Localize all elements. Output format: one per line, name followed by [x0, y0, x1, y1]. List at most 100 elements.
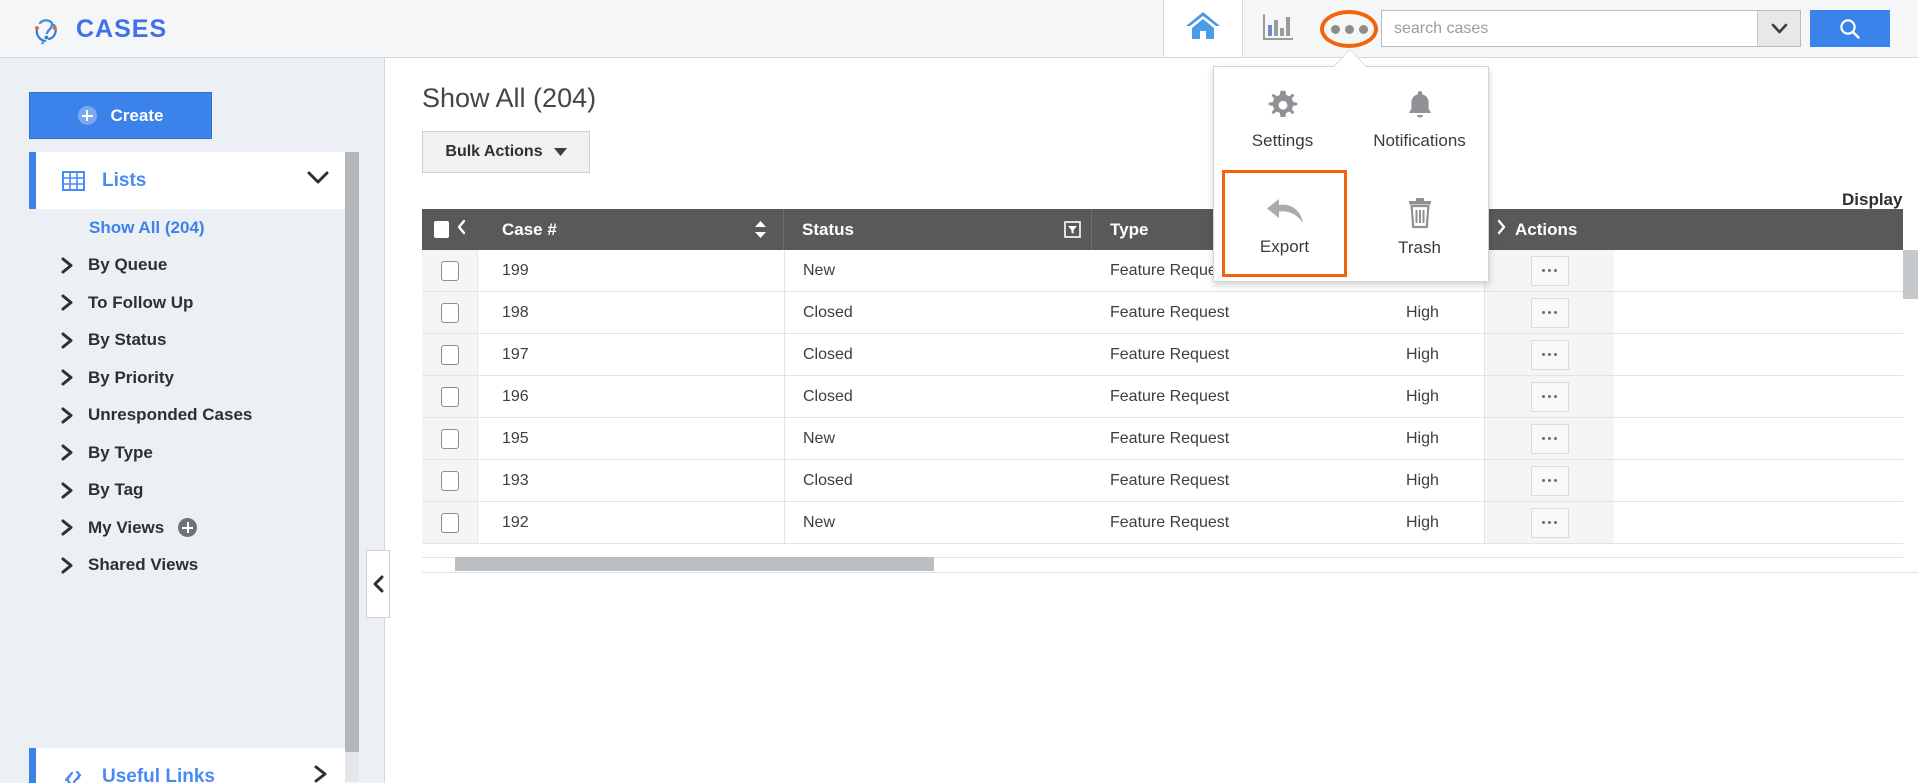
menu-item-trash[interactable]: Trash — [1351, 168, 1488, 281]
create-button-label: Create — [110, 105, 164, 125]
add-view-icon[interactable] — [178, 518, 198, 538]
cell-case[interactable]: 198 — [478, 292, 784, 333]
cell-case[interactable]: 199 — [478, 250, 784, 291]
menu-item-notifications[interactable]: Notifications — [1351, 67, 1488, 168]
search-scope-dropdown[interactable] — [1757, 11, 1800, 46]
sidebar-section-lists[interactable]: Lists — [29, 152, 345, 209]
table-row[interactable]: 196 Closed Feature Request High — [422, 376, 1903, 418]
cell-status: Closed — [784, 376, 1092, 417]
sidebar-item-to-follow-up[interactable]: To Follow Up — [29, 284, 345, 322]
menu-item-settings-label: Settings — [1251, 130, 1314, 150]
table-row[interactable]: 198 Closed Feature Request High — [422, 292, 1903, 334]
filter-icon[interactable] — [1064, 221, 1081, 238]
cell-priority: High — [1406, 387, 1439, 405]
export-arrow-icon — [1265, 191, 1305, 229]
kebab-icon[interactable] — [1530, 297, 1569, 328]
table-vscrollbar-thumb[interactable] — [1903, 250, 1918, 299]
more-dots-icon — [1320, 10, 1378, 48]
sidebar-item-by-status[interactable]: By Status — [29, 322, 345, 360]
cell-case[interactable]: 195 — [478, 418, 784, 459]
gear-icon — [1266, 85, 1300, 123]
expand-columns-icon[interactable] — [1496, 219, 1507, 240]
row-select-cell[interactable] — [422, 418, 478, 459]
table-row[interactable]: 193 Closed Feature Request High — [422, 460, 1903, 502]
sidebar-item-by-priority[interactable]: By Priority — [29, 359, 345, 397]
table-header-actions-label: Actions — [1515, 219, 1578, 239]
cell-actions[interactable] — [1484, 250, 1614, 291]
row-checkbox[interactable] — [440, 428, 459, 449]
row-select-cell[interactable] — [422, 502, 478, 543]
row-checkbox[interactable] — [440, 302, 459, 323]
cases-table: Case # Status Type Actions 199 New Featu… — [422, 209, 1903, 557]
row-checkbox[interactable] — [440, 260, 459, 281]
menu-item-export[interactable]: Export — [1222, 170, 1347, 277]
cell-type: Feature Request — [1110, 513, 1230, 531]
sidebar-item-show-all[interactable]: Show All (204) — [29, 209, 345, 247]
cell-case[interactable]: 193 — [478, 460, 784, 501]
sidebar-item-unresponded-cases[interactable]: Unresponded Cases — [29, 397, 345, 435]
kebab-icon[interactable] — [1530, 339, 1569, 370]
sidebar-scrollbar-thumb[interactable] — [345, 152, 359, 752]
row-select-cell[interactable] — [422, 292, 478, 333]
sidebar-item-by-queue[interactable]: By Queue — [29, 247, 345, 285]
collapse-columns-icon[interactable] — [456, 219, 467, 240]
kebab-icon[interactable] — [1530, 381, 1569, 412]
sidebar-item-by-type[interactable]: By Type — [29, 434, 345, 472]
kebab-icon[interactable] — [1530, 255, 1569, 286]
sidebar-section-useful-links[interactable]: Useful Links — [29, 748, 345, 783]
table-row[interactable]: 197 Closed Feature Request High — [422, 334, 1903, 376]
table-header-case[interactable]: Case # — [478, 209, 784, 250]
brand[interactable]: CASES — [28, 0, 167, 58]
search-submit-button[interactable] — [1810, 10, 1890, 47]
row-checkbox[interactable] — [440, 386, 459, 407]
row-select-cell[interactable] — [422, 334, 478, 375]
cell-actions[interactable] — [1484, 292, 1614, 333]
cell-actions[interactable] — [1484, 418, 1614, 459]
sidebar-collapse-button[interactable] — [366, 550, 390, 618]
sidebar-item-shared-views[interactable]: Shared Views — [29, 547, 345, 585]
chevron-left-icon — [373, 575, 383, 593]
row-checkbox[interactable] — [440, 344, 459, 365]
create-button[interactable]: Create — [29, 92, 212, 139]
table-header-case-label: Case # — [502, 219, 557, 239]
table-header-select-all[interactable] — [422, 209, 478, 250]
cell-actions[interactable] — [1484, 460, 1614, 501]
table-header-actions[interactable]: Actions — [1484, 209, 1614, 250]
kebab-icon[interactable] — [1530, 507, 1569, 538]
sidebar-item-my-views[interactable]: My Views — [29, 509, 345, 547]
row-select-cell[interactable] — [422, 250, 478, 291]
caret-down-icon — [553, 143, 567, 161]
table-header-status[interactable]: Status — [784, 209, 1092, 250]
table-hscrollbar-thumb[interactable] — [455, 557, 934, 571]
row-checkbox[interactable] — [440, 470, 459, 491]
cell-actions[interactable] — [1484, 376, 1614, 417]
chevron-right-icon — [313, 765, 329, 783]
menu-item-settings[interactable]: Settings — [1214, 67, 1351, 168]
cell-case[interactable]: 196 — [478, 376, 784, 417]
row-select-cell[interactable] — [422, 376, 478, 417]
sidebar-item-label: Unresponded Cases — [88, 405, 253, 425]
menu-item-trash-label: Trash — [1398, 237, 1441, 257]
cell-case[interactable]: 197 — [478, 334, 784, 375]
sidebar-item-label: By Status — [88, 330, 167, 350]
cell-status: New — [784, 502, 1092, 543]
search-bar[interactable] — [1381, 10, 1801, 47]
reports-button[interactable] — [1243, 0, 1313, 58]
cell-actions[interactable] — [1484, 502, 1614, 543]
sort-icon[interactable] — [754, 220, 767, 239]
menu-item-notifications-label: Notifications — [1373, 130, 1466, 150]
kebab-icon[interactable] — [1530, 465, 1569, 496]
table-row[interactable]: 192 New Feature Request High — [422, 502, 1903, 544]
cell-actions[interactable] — [1484, 334, 1614, 375]
search-input[interactable] — [1382, 11, 1757, 46]
row-select-cell[interactable] — [422, 460, 478, 501]
select-all-checkbox[interactable] — [433, 221, 449, 238]
table-row[interactable]: 199 New Feature Request High — [422, 250, 1903, 292]
home-button[interactable] — [1164, 0, 1242, 57]
kebab-icon[interactable] — [1530, 423, 1569, 454]
cell-case[interactable]: 192 — [478, 502, 784, 543]
bulk-actions-button[interactable]: Bulk Actions — [422, 131, 590, 173]
sidebar-item-by-tag[interactable]: By Tag — [29, 472, 345, 510]
table-row[interactable]: 195 New Feature Request High — [422, 418, 1903, 460]
row-checkbox[interactable] — [440, 512, 459, 533]
